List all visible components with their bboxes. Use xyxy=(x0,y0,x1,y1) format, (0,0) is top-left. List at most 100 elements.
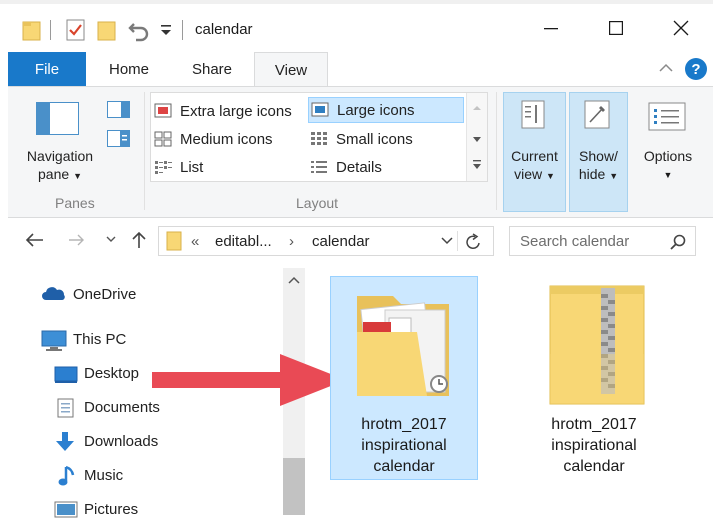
layout-item-medium-icons[interactable]: Medium icons xyxy=(154,126,310,152)
title-bar: calendar xyxy=(0,0,713,52)
options-icon xyxy=(648,102,688,132)
refresh-icon[interactable] xyxy=(466,233,482,251)
chevron-down-icon: ▼ xyxy=(609,171,619,181)
navigation-pane-label-line2: pane ▼ xyxy=(14,166,106,182)
customize-toolbar-chevron-icon[interactable] xyxy=(160,24,172,38)
options-label-text: Options xyxy=(643,148,693,164)
chevron-down-icon: ▼ xyxy=(663,170,673,180)
layout-item-label: Extra large icons xyxy=(180,102,292,120)
nav-item-downloads[interactable]: Downloads xyxy=(84,433,158,450)
music-icon xyxy=(58,465,76,487)
list-icon xyxy=(154,159,172,175)
layout-item-label: Small icons xyxy=(336,130,413,148)
tab-home[interactable]: Home xyxy=(96,52,162,86)
layout-item-extra-large-icons[interactable]: Extra large icons xyxy=(154,98,310,124)
layout-item-large-icons[interactable]: Large icons xyxy=(308,97,464,123)
nav-item-pictures[interactable]: Pictures xyxy=(84,501,138,518)
layout-item-list[interactable]: List xyxy=(154,154,310,180)
navigation-pane-button[interactable]: Navigation pane ▼ xyxy=(14,148,106,182)
breadcrumb-item[interactable]: editabl... xyxy=(215,233,272,250)
this-pc-icon xyxy=(41,330,67,352)
help-icon[interactable]: ? xyxy=(685,58,707,80)
properties-icon[interactable] xyxy=(66,19,86,41)
medium-icons-icon xyxy=(154,131,172,147)
extra-large-icons-icon xyxy=(154,103,172,119)
address-history-chevron-icon[interactable] xyxy=(441,237,453,245)
folder-icon[interactable] xyxy=(22,19,42,41)
forward-arrow-icon[interactable] xyxy=(68,233,86,247)
title-separator xyxy=(182,20,183,40)
navigation-pane-icon xyxy=(36,102,80,136)
breadcrumb-chevron-icon[interactable]: › xyxy=(289,233,294,250)
show-hide-label-line2: hide ▼ xyxy=(569,166,628,182)
group-separator xyxy=(144,92,145,210)
current-view-label-line2: view ▼ xyxy=(503,166,566,182)
layout-item-label: Medium icons xyxy=(180,130,273,148)
back-arrow-icon[interactable] xyxy=(24,232,44,248)
close-button[interactable] xyxy=(663,14,699,42)
tab-view[interactable]: View xyxy=(254,52,328,87)
layout-item-label: List xyxy=(180,158,204,176)
collapse-ribbon-chevron-icon[interactable] xyxy=(659,63,673,73)
breadcrumb-overflow[interactable]: « xyxy=(191,233,199,250)
panes-group-label: Panes xyxy=(55,195,95,211)
recent-locations-chevron-icon[interactable] xyxy=(106,236,116,244)
preview-pane-icon[interactable] xyxy=(107,101,131,119)
scroll-up-chevron-icon[interactable] xyxy=(288,276,300,284)
large-icons-icon xyxy=(311,102,329,118)
desktop-icon xyxy=(54,366,78,384)
chevron-down-icon: ▼ xyxy=(545,171,555,181)
current-view-label-line1: Current xyxy=(511,148,558,164)
undo-icon[interactable] xyxy=(128,20,150,42)
file-name-line2: inspirational xyxy=(551,437,637,454)
address-separator xyxy=(457,231,458,251)
onedrive-cloud-icon xyxy=(42,287,66,301)
show-hide-label-line1: Show/ xyxy=(579,148,618,164)
minimize-button[interactable] xyxy=(533,14,569,42)
window-title: calendar xyxy=(195,21,253,38)
file-name: hrotm_2017 inspirational calendar xyxy=(330,414,478,477)
nav-pane-scroll-thumb[interactable] xyxy=(283,458,305,515)
layout-item-label: Large icons xyxy=(337,101,415,119)
breadcrumb-item[interactable]: calendar xyxy=(312,233,370,250)
title-bar-top-edge xyxy=(0,0,713,4)
red-arrow-annotation xyxy=(150,348,350,412)
ribbon-tabs: File Home Share View ? xyxy=(0,52,713,87)
folder-with-pdf-icon xyxy=(355,288,455,400)
nav-item-documents[interactable]: Documents xyxy=(84,399,160,416)
folder-icon xyxy=(166,231,182,251)
group-separator xyxy=(496,92,497,210)
tab-file[interactable]: File xyxy=(8,52,86,86)
layout-item-label: Details xyxy=(336,158,382,176)
nav-item-onedrive[interactable]: OneDrive xyxy=(73,286,136,303)
search-placeholder: Search calendar xyxy=(520,233,630,250)
file-name-line3: calendar xyxy=(563,458,625,475)
layout-item-small-icons[interactable]: Small icons xyxy=(310,126,466,152)
layout-gallery-scroll[interactable] xyxy=(466,93,487,181)
file-name-line3: calendar xyxy=(373,458,435,475)
zip-folder-icon xyxy=(546,284,650,406)
current-view-label-text: view xyxy=(514,166,543,182)
nav-item-music[interactable]: Music xyxy=(84,467,123,484)
layout-group-label: Layout xyxy=(296,195,339,211)
address-bar[interactable]: « editabl... › calendar xyxy=(158,226,494,256)
navigation-pane-label-text: pane xyxy=(38,166,70,182)
file-name-line1: hrotm_2017 xyxy=(361,416,447,433)
maximize-button[interactable] xyxy=(598,14,634,42)
layout-item-details[interactable]: Details xyxy=(310,154,466,180)
details-icon xyxy=(310,159,328,175)
chevron-down-icon: ▼ xyxy=(73,171,82,181)
file-name-line1: hrotm_2017 xyxy=(551,416,637,433)
current-view-label: Current view ▼ xyxy=(503,148,566,182)
nav-item-this-pc[interactable]: This PC xyxy=(73,331,126,348)
search-icon[interactable] xyxy=(670,234,686,250)
file-name-line2: inspirational xyxy=(361,437,447,454)
up-arrow-icon[interactable] xyxy=(131,231,147,249)
nav-item-desktop[interactable]: Desktop xyxy=(84,365,139,382)
small-icons-icon xyxy=(310,131,328,147)
new-folder-icon[interactable] xyxy=(97,19,117,41)
search-box[interactable]: Search calendar xyxy=(509,226,696,256)
tab-share[interactable]: Share xyxy=(180,52,244,86)
show-hide-label: Show/ hide ▼ xyxy=(569,148,628,182)
details-pane-icon[interactable] xyxy=(107,130,131,148)
